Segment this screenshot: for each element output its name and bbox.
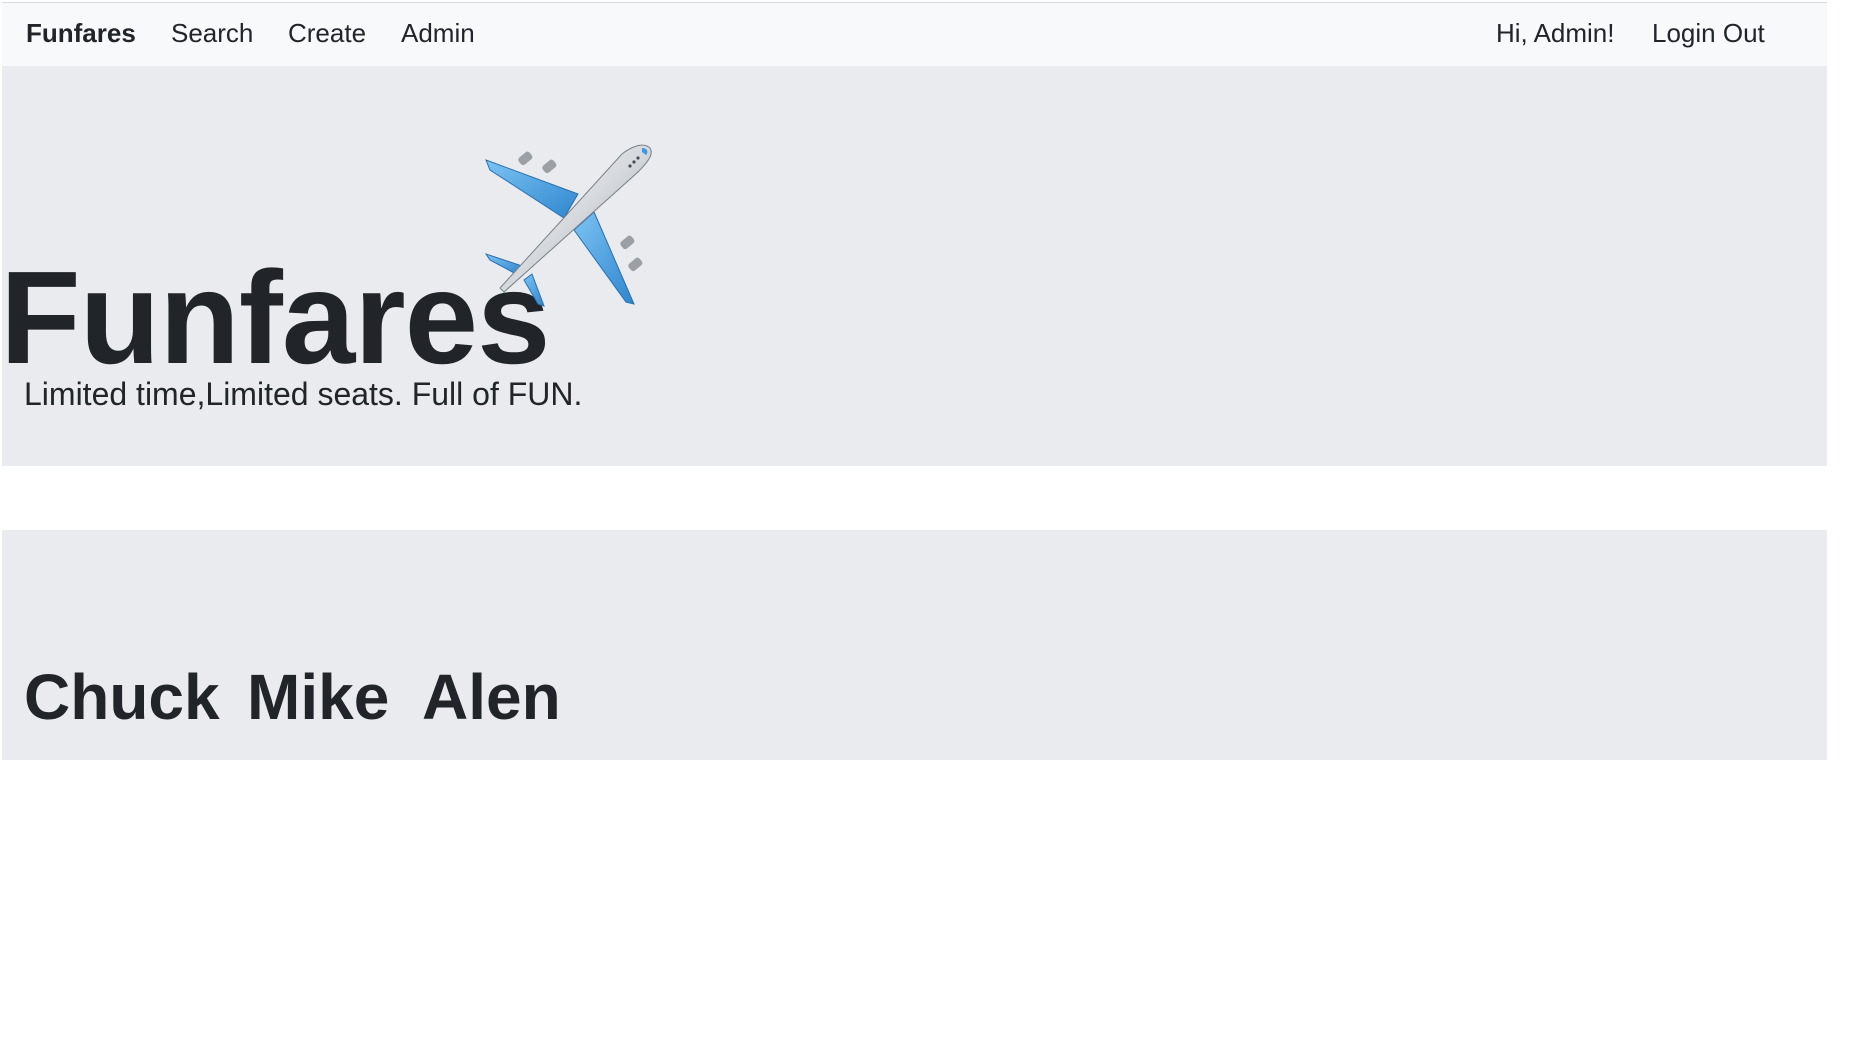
- member-name: Alen: [422, 661, 561, 734]
- hero-tagline: Limited time,Limited seats. Full of FUN.: [24, 376, 583, 412]
- user-greeting: Hi, Admin!: [1496, 18, 1615, 48]
- member-name: Mike: [247, 661, 390, 734]
- logout-link[interactable]: Login Out: [1652, 18, 1765, 49]
- nav-link-create[interactable]: Create: [288, 18, 366, 49]
- nav-link-search[interactable]: Search: [171, 18, 253, 49]
- hero-title: Funfares: [0, 244, 550, 392]
- navbar: Funfares Search Create Admin Hi, Admin! …: [2, 2, 1827, 66]
- nav-link-admin[interactable]: Admin: [401, 18, 475, 49]
- brand-link[interactable]: Funfares: [26, 18, 136, 49]
- page: Funfares Search Create Admin Hi, Admin! …: [0, 0, 1850, 1062]
- member-name: Chuck: [24, 661, 220, 734]
- airplane-icon: [482, 142, 652, 312]
